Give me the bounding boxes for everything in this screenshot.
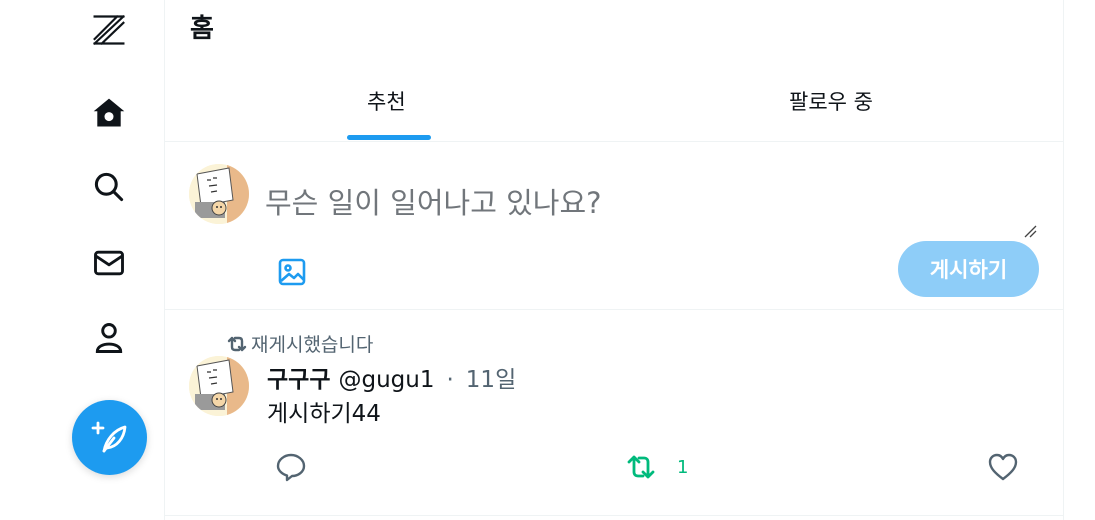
- feather-plus-icon: [91, 421, 126, 452]
- app-root: 홈 추천 팔로우 중 무슨 일이 일어나고 있나요? 게시하기 재게시했습니다 …: [0, 0, 1095, 520]
- reposted-indicator: 재게시했습니다: [225, 330, 373, 357]
- active-tab-indicator: [347, 135, 431, 140]
- meta-separator: ·: [446, 367, 454, 393]
- mail-icon[interactable]: [89, 243, 129, 283]
- repost-icon: [627, 455, 655, 479]
- profile-icon[interactable]: [89, 318, 129, 358]
- search-icon[interactable]: [89, 167, 129, 207]
- logo-z-icon[interactable]: [89, 10, 129, 50]
- author-name[interactable]: 구구구: [267, 360, 330, 394]
- tab-following-label: 팔로우 중: [789, 90, 873, 114]
- like-button[interactable]: [987, 445, 1019, 489]
- post-button[interactable]: 게시하기: [898, 241, 1039, 297]
- add-image-button[interactable]: [275, 255, 309, 289]
- post-composer: 게시하기: [165, 142, 1063, 310]
- tab-recommended-label: 추천: [367, 90, 406, 114]
- repost-small-icon: [227, 336, 247, 351]
- home-icon[interactable]: [89, 93, 129, 133]
- post-text: 게시하기44: [267, 401, 381, 427]
- tab-following[interactable]: 팔로우 중: [614, 60, 1063, 142]
- post-time[interactable]: 11일: [466, 360, 516, 394]
- page-title: 홈: [190, 14, 214, 44]
- resize-handle-icon[interactable]: [1023, 224, 1037, 238]
- main-column: 홈 추천 팔로우 중 무슨 일이 일어나고 있나요? 게시하기 재게시했습니다 …: [165, 0, 1064, 520]
- repost-label: 재게시했습니다: [251, 334, 374, 356]
- post-item[interactable]: 재게시했습니다 구구구 @gugu1 · 11일 게시하기44 1: [165, 310, 1063, 516]
- repost-button[interactable]: 1: [625, 445, 688, 489]
- tab-bar: 추천 팔로우 중: [165, 60, 1063, 142]
- sidebar: [0, 0, 165, 520]
- avatar[interactable]: [189, 164, 249, 224]
- post-header: 구구구 @gugu1 · 11일: [267, 360, 516, 394]
- author-avatar[interactable]: [189, 356, 249, 416]
- tab-recommended[interactable]: 추천: [165, 60, 614, 142]
- repost-count: 1: [677, 456, 689, 478]
- reply-button[interactable]: [275, 445, 307, 489]
- compose-fab-button[interactable]: [72, 400, 147, 475]
- author-handle[interactable]: @gugu1: [338, 367, 434, 393]
- image-icon: [278, 258, 306, 286]
- reply-icon: [276, 453, 306, 482]
- compose-input[interactable]: [265, 180, 1035, 240]
- heart-icon: [988, 453, 1018, 481]
